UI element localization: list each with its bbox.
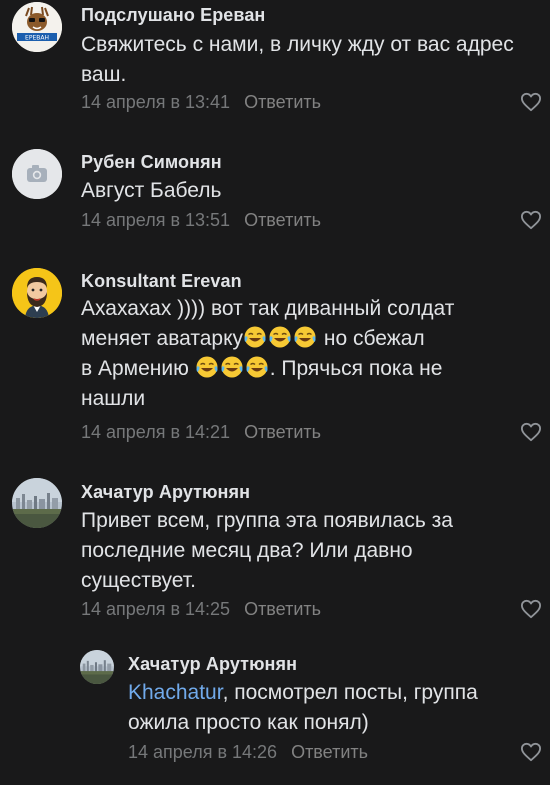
avatar[interactable] — [12, 149, 62, 199]
group-logo-icon: ЕРЕВАН — [12, 2, 62, 52]
comment-text-fragment: меняет аватарку — [81, 327, 244, 350]
comment-text: Привет всем, группа эта появилась за пос… — [81, 509, 453, 592]
tears-of-joy-emoji-icon — [243, 325, 267, 349]
like-button[interactable] — [520, 92, 542, 112]
avatar[interactable]: ЕРЕВАН — [12, 2, 62, 52]
heart-icon — [521, 210, 541, 230]
like-button[interactable] — [520, 210, 542, 230]
comment-date[interactable]: 14 апреля в 13:41 — [81, 92, 230, 112]
avatar[interactable] — [80, 650, 114, 684]
avatar[interactable] — [12, 268, 62, 318]
reply-button[interactable]: Ответить — [244, 210, 321, 230]
comment-text: Ахахахах )))) вот так диванный солдат ме… — [81, 294, 541, 414]
tears-of-joy-emoji-icon — [268, 325, 292, 349]
heart-icon — [521, 599, 541, 619]
reply-button[interactable]: Ответить — [244, 599, 321, 619]
comment-text-line: в Армению . Прячься пока не — [81, 354, 541, 384]
comment-text: Август Бабель — [81, 179, 222, 202]
comment-author[interactable]: Хачатур Арутюнян — [81, 482, 250, 503]
like-button[interactable] — [520, 742, 542, 762]
comment-date[interactable]: 14 апреля в 14:26 — [128, 742, 277, 762]
comment-text-line: меняет аватарку но сбежал — [81, 324, 541, 354]
like-button[interactable] — [520, 599, 542, 619]
comment-text: Khachatur, посмотрел посты, группа ожила… — [128, 678, 528, 738]
mention-link[interactable]: Khachatur — [128, 681, 223, 704]
comment-meta: 14 апреля в 13:51 Ответить — [81, 210, 321, 231]
avatar[interactable] — [12, 478, 62, 528]
comment-text-fragment: но сбежал — [318, 327, 425, 350]
comment-date[interactable]: 14 апреля в 13:51 — [81, 210, 230, 230]
comment-meta: 14 апреля в 14:25 Ответить — [81, 599, 321, 620]
emoji-group — [195, 355, 270, 380]
tears-of-joy-emoji-icon — [220, 355, 244, 379]
tears-of-joy-emoji-icon — [245, 355, 269, 379]
comment-text-line: Ахахахах )))) вот так диванный солдат — [81, 297, 455, 320]
reply-button[interactable]: Ответить — [291, 742, 368, 762]
reply-button[interactable]: Ответить — [244, 422, 321, 442]
tears-of-joy-emoji-icon — [293, 325, 317, 349]
like-button[interactable] — [520, 422, 542, 442]
comment-meta: 14 апреля в 14:26 Ответить — [128, 742, 368, 763]
city-skyline-avatar-icon — [80, 650, 114, 684]
tears-of-joy-emoji-icon — [195, 355, 219, 379]
camera-icon — [12, 149, 62, 199]
comment-meta: 14 апреля в 13:41 Ответить — [81, 92, 321, 113]
city-skyline-avatar-icon — [12, 478, 62, 528]
reply-button[interactable]: Ответить — [244, 92, 321, 112]
comment-date[interactable]: 14 апреля в 14:25 — [81, 599, 230, 619]
comment-meta: 14 апреля в 14:21 Ответить — [81, 422, 321, 443]
bearded-man-avatar-icon — [12, 268, 62, 318]
comment-text-fragment: в Армению — [81, 357, 195, 380]
comment-text-fragment: . Прячься пока не — [269, 357, 443, 380]
comment-text-line: нашли — [81, 387, 146, 410]
comment-text: Свяжитесь с нами, в личку жду от вас адр… — [81, 33, 514, 86]
comment-author[interactable]: Хачатур Арутюнян — [128, 654, 297, 675]
emoji-group — [243, 325, 318, 350]
svg-text:ЕРЕВАН: ЕРЕВАН — [25, 35, 49, 42]
comment-author[interactable]: Подслушано Ереван — [81, 5, 265, 26]
comment-author[interactable]: Konsultant Erevan — [81, 271, 242, 292]
comment-date[interactable]: 14 апреля в 14:21 — [81, 422, 230, 442]
comment-author[interactable]: Рубен Симонян — [81, 152, 222, 173]
heart-icon — [521, 422, 541, 442]
heart-icon — [521, 92, 541, 112]
heart-icon — [521, 742, 541, 762]
